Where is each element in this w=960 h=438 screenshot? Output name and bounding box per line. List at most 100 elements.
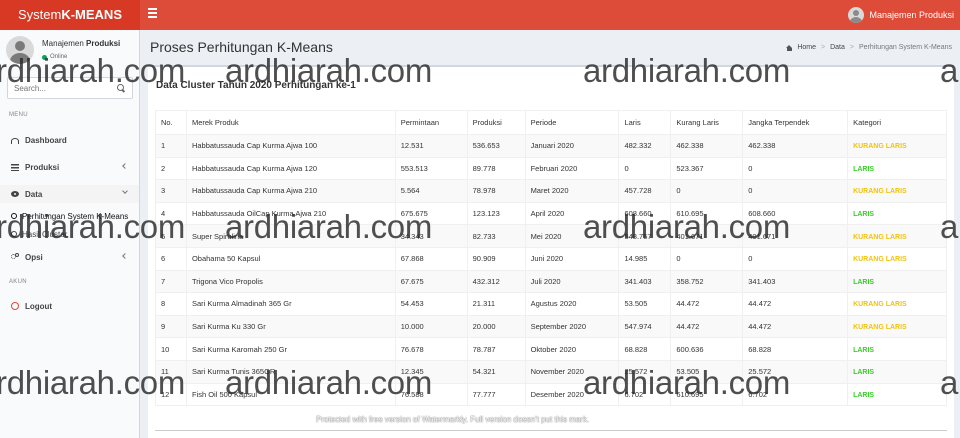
table-cell: 0 [618,156,672,181]
table-cell: 76.588 [394,382,468,407]
category-cell: KURANG LARIS [847,292,947,316]
category-cell: LARIS [847,382,947,407]
sidebar-toggle-icon[interactable] [148,8,160,22]
table-cell: 68.828 [618,337,672,361]
table-row: 11 Sari Kurma Tunis 365GR 12.345 54.321 Nove… [155,359,947,384]
table-cell: 608.660 [742,201,849,226]
sidebar-item-dashboard[interactable]: Dashboard [0,131,139,149]
category-cell: LARIS [847,156,947,181]
sidebar-item-produksi[interactable]: Produksi [0,158,139,176]
table-cell: 536.653 [466,134,526,158]
user-panel: Manajemen Produksi Online [6,36,136,70]
table-cell: 2 [155,156,187,181]
home-icon [786,44,793,51]
table-cell: 462.338 [670,134,744,158]
table-cell: 432.312 [466,269,526,294]
breadcrumb-current: Perhitungan System K-Means [859,44,952,51]
table-cell: 44.472 [670,292,744,316]
menu-header: MENU [9,112,28,118]
table-cell: 548.757 [618,224,672,248]
table-cell: Habbatussauda Cap Kurma Ajwa 210 [185,179,396,203]
breadcrumb-data[interactable]: Data [830,44,845,51]
table-cell: Habbatussauda Cap Kurma Ajwa 120 [185,156,396,181]
table-cell: 4 [155,201,187,226]
table-cell: 90.909 [466,246,526,271]
sidebar-subitem-perhitungan[interactable]: Perhitungan System K-Means [11,210,139,222]
search-input[interactable] [8,78,112,98]
table-cell: 0 [742,179,849,203]
divider [155,430,947,431]
search-icon[interactable] [117,84,125,92]
table-cell: 482.332 [618,134,672,158]
column-header: Periode [524,110,620,135]
breadcrumb-home[interactable]: Home [786,44,816,51]
category-label: KURANG LARIS [853,324,907,332]
category-label: LARIS [853,346,875,354]
user-menu[interactable]: Manajemen Produksi [848,6,954,24]
table-row: 6 Obahama 50 Kapsul 67.868 90.909 Juni 2020 1… [155,246,947,271]
table-cell: 20.000 [466,314,526,339]
table-cell: 8 [155,292,187,316]
breadcrumb-separator: > [849,44,854,51]
table-cell: 12.531 [394,134,468,158]
category-cell: LARIS [847,201,947,226]
table-cell: Obahama 50 Kapsul [185,246,396,271]
category-label: KURANG LARIS [853,301,907,309]
table-row: 12 Fish Oil 500 Kapsul 76.588 77.777 Desembe… [155,382,947,407]
user-panel-name: Manajemen Produksi [42,39,121,48]
sidebar-item-label: Logout [25,301,53,311]
table-cell: 12.345 [394,359,468,384]
column-header: Permintaan [394,110,468,135]
logo-prefix: System [17,7,62,22]
breadcrumb-separator: > [821,44,826,51]
table-cell: 401.671 [670,224,744,248]
sidebar-item-opsi[interactable]: Opsi [0,248,139,266]
table-cell: 5 [155,224,187,248]
table-cell: 358.752 [670,269,744,294]
table-row: 2 Habbatussauda Cap Kurma Ajwa 120 553.513… [155,156,947,181]
user-status: Online [42,54,67,60]
table-cell: Sari Kurma Ku 330 Gr [185,314,396,339]
table-cell: 462.338 [742,134,849,158]
table-cell: Trigona Vico Propolis [185,269,396,294]
table-row: 1 Habbatussauda Cap Kurma Ajwa 100 12.531 5… [155,134,947,158]
table-cell: 78.978 [466,179,526,203]
sidebar-subitem-label: Perhitungan System K-Means [22,211,129,221]
table-cell: 53.505 [618,292,672,316]
sidebar-item-logout[interactable]: Logout [0,297,139,315]
sidebar-item-data[interactable]: Data [0,185,139,203]
table-cell: 44.472 [670,314,744,339]
sidebar-item-label: Dashboard [25,135,67,145]
table-cell: Fish Oil 500 Kapsul [185,382,396,407]
table-header-row: No. Merek Produk Permintaan Produksi Per… [155,110,947,135]
eye-icon [11,190,19,198]
table-cell: November 2020 [524,359,620,384]
category-cell: LARIS [847,269,947,294]
category-cell: KURANG LARIS [847,246,947,271]
list-icon [11,163,19,171]
app-logo[interactable]: SystemK-MEANS [0,0,140,30]
sidebar-subitem-hasil[interactable]: Hasil Cluster [11,228,139,240]
table-row: 8 Sari Kurma Almadinah 365 Gr 54.453 21.311… [155,292,947,316]
table-cell: Sari Kurma Karomah 250 Gr [185,337,396,361]
table-cell: 6.702 [742,382,849,407]
top-navbar: SystemK-MEANS Manajemen Produksi [0,0,960,30]
sidebar-item-label: Data [25,189,43,199]
table-cell: 44.472 [742,292,849,316]
table-cell: Desember 2020 [524,382,620,407]
table-cell: 341.403 [618,269,672,294]
table-cell: 608.660 [618,201,672,226]
chevron-down-icon [122,188,128,194]
user-menu-name: Manajemen Produksi [869,10,954,20]
column-header: Jangka Terpendek [742,110,849,135]
table-cell: 9 [155,314,187,339]
table-row: 5 Super Spirulina 34.343 82.733 Mei 2020 548.… [155,224,947,248]
table-cell: Super Spirulina [185,224,396,248]
column-header: Kurang Laris [670,110,744,135]
dashboard-icon [11,138,19,144]
sidebar-search [7,77,133,99]
logo-bold: K-MEANS [61,7,122,22]
table-cell: 0 [670,246,744,271]
table-cell: 3 [155,179,187,203]
table-cell: 610.695 [670,201,744,226]
